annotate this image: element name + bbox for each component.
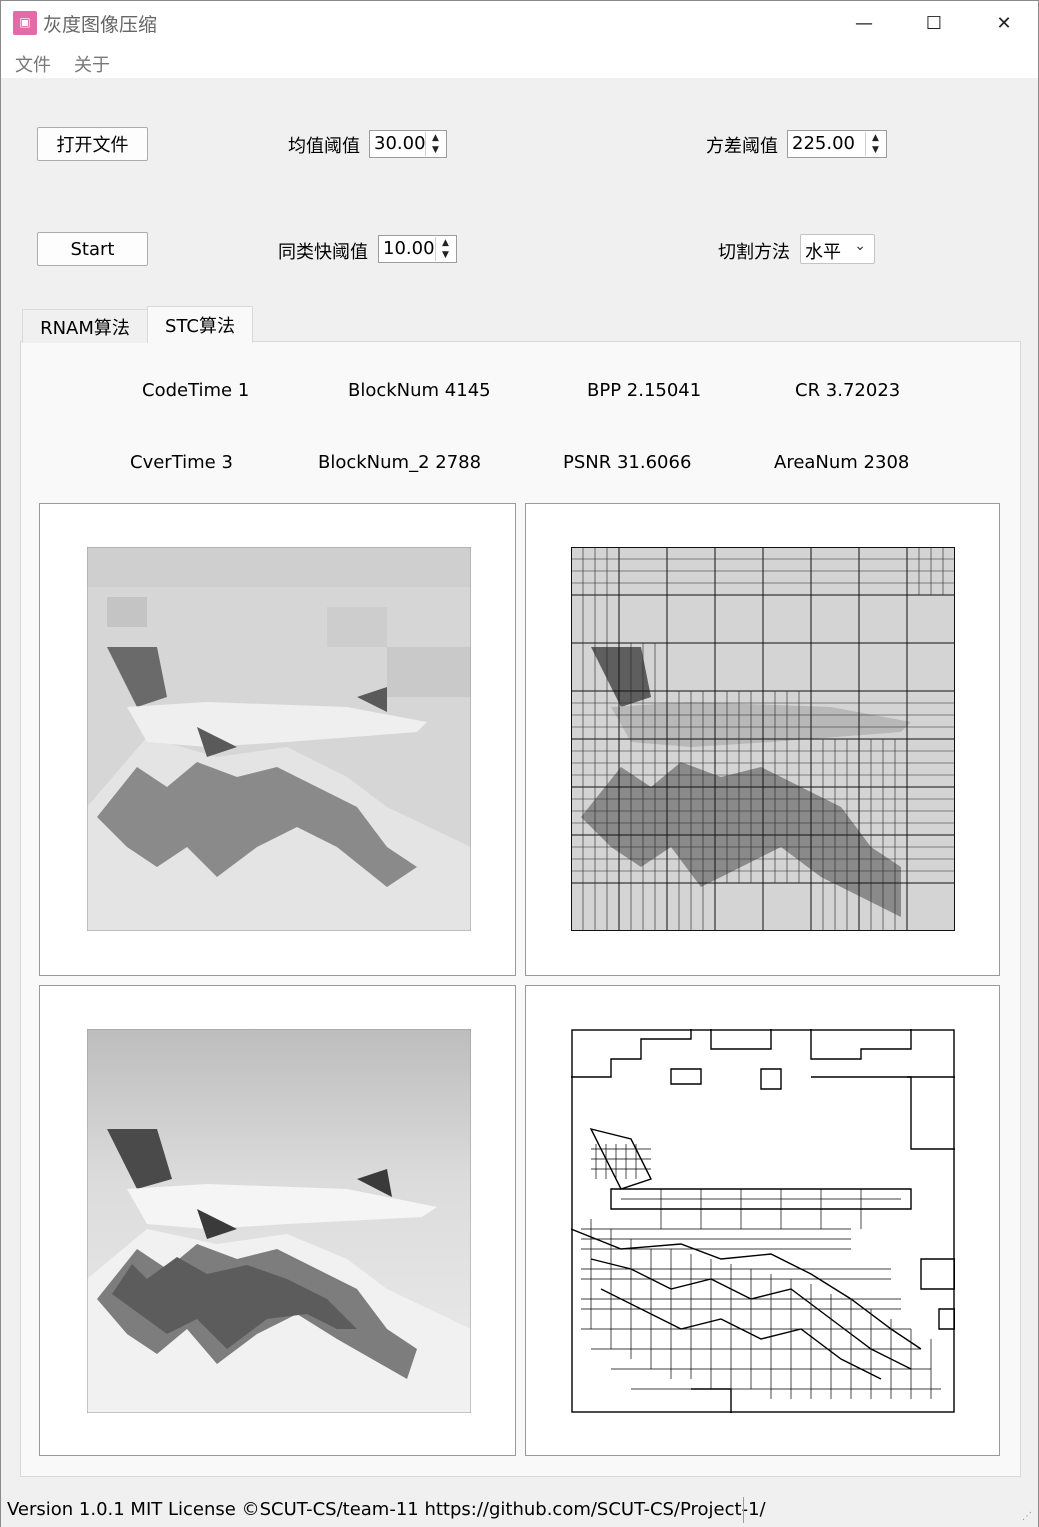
title-bar[interactable]: ▣ 灰度图像压缩 — ☐ ✕: [1, 1, 1038, 45]
maximize-button[interactable]: ☐: [899, 1, 969, 45]
block-num-stat: BlockNum 4145: [348, 380, 491, 401]
start-button[interactable]: Start: [37, 232, 148, 266]
spin-down-icon[interactable]: ▼: [866, 144, 885, 156]
chevron-down-icon[interactable]: ⌄: [854, 238, 866, 254]
original-image: [87, 1029, 471, 1413]
original-image-frame: [39, 985, 516, 1456]
spin-down-icon[interactable]: ▼: [436, 249, 455, 261]
resize-grip-icon[interactable]: ⋰: [1022, 1511, 1034, 1523]
similar-block-threshold-value[interactable]: 10.00: [383, 238, 435, 259]
spin-down-icon[interactable]: ▼: [426, 144, 445, 156]
similar-block-threshold-spinbox[interactable]: 10.00 ▲ ▼: [378, 235, 457, 263]
region-outline-image: [571, 1029, 955, 1413]
tab-stc[interactable]: STC算法: [147, 306, 253, 343]
spin-arrows[interactable]: ▲ ▼: [425, 132, 445, 156]
cut-method-value[interactable]: 水平: [805, 238, 841, 264]
area-num-stat: AreaNum 2308: [774, 452, 910, 473]
app-window: ▣ 灰度图像压缩 — ☐ ✕ 文件 关于 打开文件 均值阈值 30.00 ▲ ▼…: [0, 0, 1039, 1527]
spin-up-icon[interactable]: ▲: [426, 132, 445, 144]
mean-threshold-value[interactable]: 30.00: [374, 133, 426, 154]
status-bar: Version 1.0.1 MIT License ©SCUT-CS/team-…: [1, 1495, 1038, 1527]
window-title: 灰度图像压缩: [43, 14, 158, 36]
spin-up-icon[interactable]: ▲: [866, 132, 885, 144]
segmentation-image-frame: [525, 503, 1000, 976]
psnr-stat: PSNR 31.6066: [563, 452, 692, 473]
compressed-image: [87, 547, 471, 931]
similar-block-threshold-label: 同类快阈值: [278, 242, 368, 263]
cut-method-label: 切割方法: [718, 242, 790, 263]
variance-threshold-label: 方差阈值: [706, 136, 778, 157]
variance-threshold-spinbox[interactable]: 225.00 ▲ ▼: [787, 130, 887, 158]
close-button[interactable]: ✕: [969, 1, 1039, 45]
status-text: Version 1.0.1 MIT License ©SCUT-CS/team-…: [7, 1499, 766, 1520]
spin-arrows[interactable]: ▲ ▼: [865, 132, 885, 156]
spin-up-icon[interactable]: ▲: [436, 237, 455, 249]
tab-rnam[interactable]: RNAM算法: [22, 309, 148, 343]
minimize-button[interactable]: —: [829, 1, 899, 45]
block-num-2-stat: BlockNum_2 2788: [318, 452, 482, 473]
mean-threshold-spinbox[interactable]: 30.00 ▲ ▼: [369, 130, 447, 158]
code-time-stat: CodeTime 1: [142, 380, 250, 401]
variance-threshold-value[interactable]: 225.00: [792, 133, 855, 154]
menu-about[interactable]: 关于: [74, 51, 110, 77]
cver-time-stat: CverTime 3: [130, 452, 233, 473]
spin-arrows[interactable]: ▲ ▼: [435, 237, 455, 261]
open-file-button[interactable]: 打开文件: [37, 127, 148, 161]
menu-file[interactable]: 文件: [15, 51, 51, 77]
compressed-image-frame: [39, 503, 516, 976]
cut-method-select[interactable]: 水平 ⌄: [800, 234, 875, 264]
status-separator: [743, 1497, 744, 1523]
bpp-stat: BPP 2.15041: [587, 380, 702, 401]
picture-app-icon: ▣: [13, 11, 37, 35]
menu-bar: 文件 关于: [1, 45, 1038, 78]
segmentation-grid-image: [571, 547, 955, 931]
region-outline-image-frame: [525, 985, 1000, 1456]
mean-threshold-label: 均值阈值: [288, 136, 360, 157]
cr-stat: CR 3.72023: [795, 380, 901, 401]
